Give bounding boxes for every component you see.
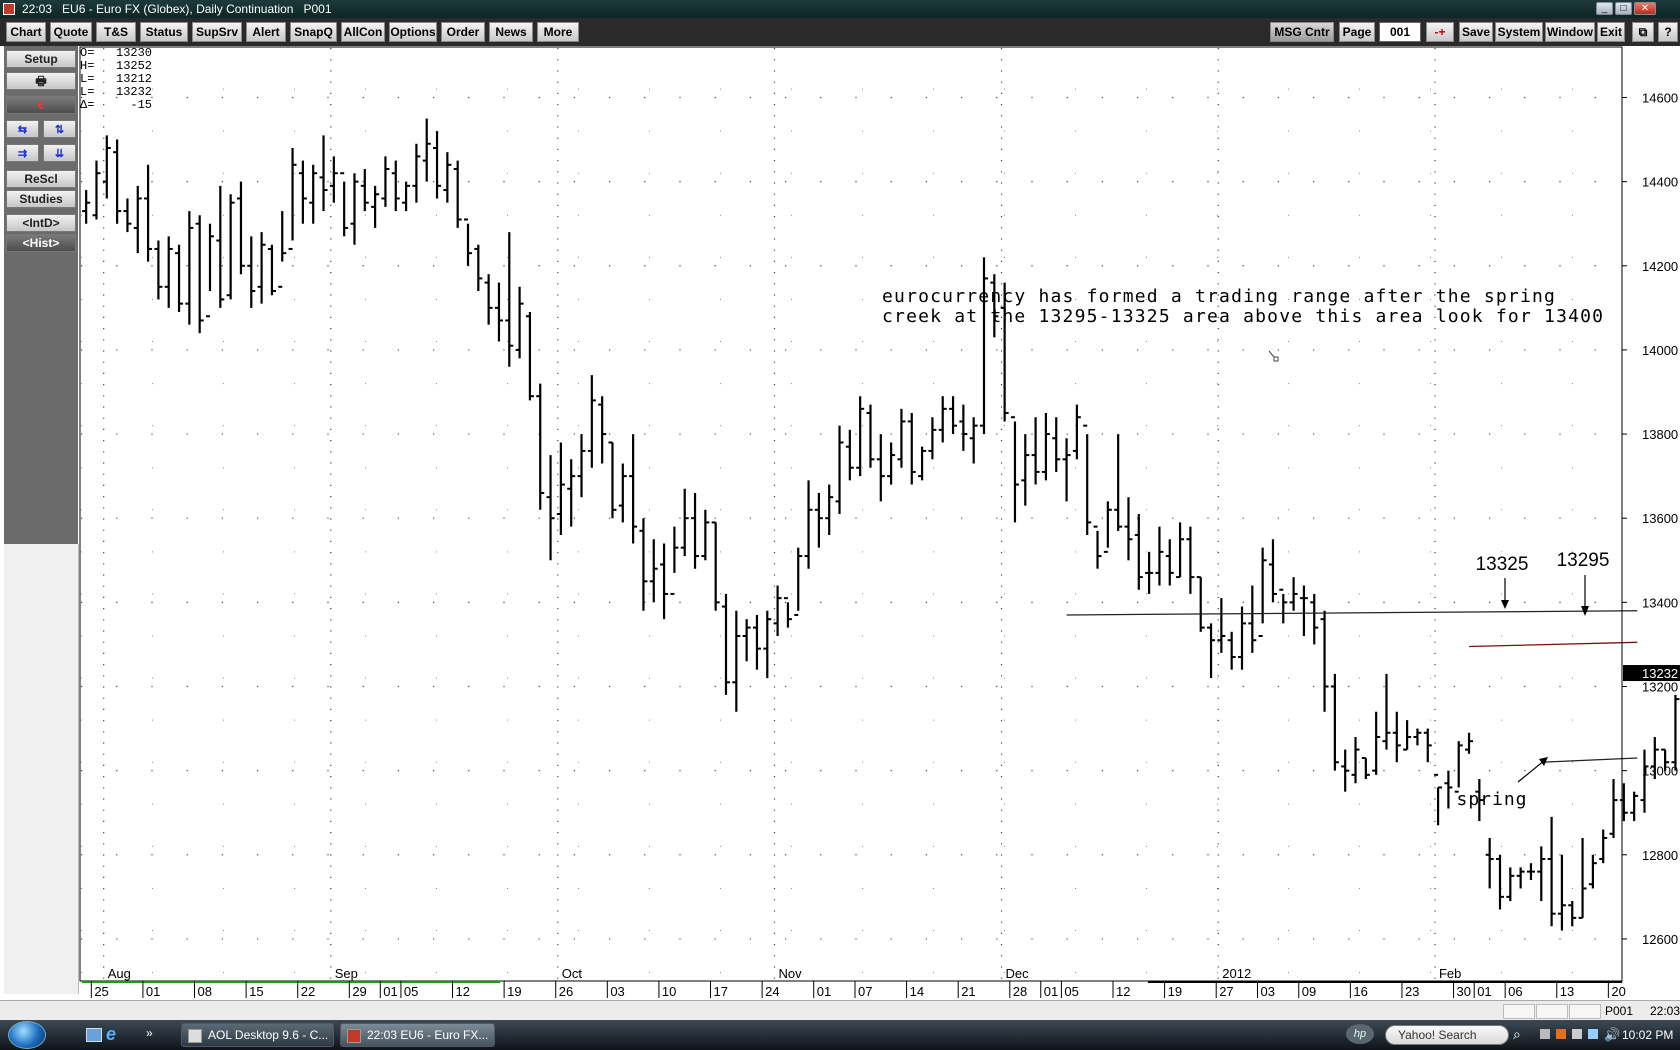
- change-value: Δ= -15: [80, 98, 153, 112]
- day-label: 05: [404, 984, 418, 999]
- aol-icon: [188, 1029, 202, 1043]
- month-label: Sep: [335, 966, 358, 981]
- status-bar: P001 22:03: [0, 1000, 1680, 1021]
- start-button[interactable]: [8, 1021, 46, 1049]
- price-tick-label: 13600: [1642, 511, 1678, 526]
- price-chart[interactable]: 12600 12800 13000 13200 13400 13600 13800 14000…: [0, 0, 1680, 1000]
- day-label: 19: [1168, 984, 1182, 999]
- hp-logo-icon: hp: [1346, 1024, 1374, 1044]
- day-label: 27: [1219, 984, 1233, 999]
- month-label: Aug: [108, 966, 131, 981]
- month-label: 2012: [1222, 966, 1251, 981]
- taskbar-item-euro-fx[interactable]: 22:03 EU6 - Euro FX...: [340, 1023, 495, 1047]
- day-label: 13: [1560, 984, 1574, 999]
- price-bar: [1671, 694, 1680, 771]
- month-label: Feb: [1439, 966, 1461, 981]
- note-line-1: eurocurrency has formed a trading range …: [882, 286, 1556, 307]
- ohlc-readout: O= 13230 H= 13252 L= 13212 L= 13232 Δ= -…: [80, 47, 152, 112]
- network-icon[interactable]: [1588, 1029, 1598, 1039]
- day-label: 21: [961, 984, 975, 999]
- day-label: 22: [301, 984, 315, 999]
- tray-icon[interactable]: [1540, 1029, 1550, 1039]
- day-label: 01: [383, 984, 397, 999]
- internet-explorer-icon[interactable]: e: [106, 1024, 116, 1045]
- day-label: 28: [1013, 984, 1027, 999]
- day-label: 01: [1477, 984, 1491, 999]
- day-label: 10: [662, 984, 676, 999]
- price-tick-label: 14600: [1642, 90, 1678, 105]
- chart-app-icon: [347, 1029, 361, 1043]
- price-bar: [1640, 749, 1649, 813]
- price-tick-label: 13400: [1642, 595, 1678, 610]
- price-tick-label: 13200: [1642, 679, 1678, 694]
- day-label: 08: [198, 984, 212, 999]
- day-label: 29: [352, 984, 366, 999]
- last-price-label: 13232: [1642, 666, 1678, 681]
- clock[interactable]: 10:02 PM: [1622, 1020, 1673, 1050]
- day-label: 14: [910, 984, 924, 999]
- day-label: 17: [714, 984, 728, 999]
- search-icon[interactable]: ⌕: [1513, 1026, 1521, 1043]
- taskbar-item-aol[interactable]: AOL Desktop 9.6 - C...: [181, 1023, 334, 1047]
- price-tick-label: 13000: [1642, 764, 1678, 779]
- day-label: 06: [1508, 984, 1522, 999]
- day-label: 25: [94, 984, 108, 999]
- price-tick-label: 14000: [1642, 343, 1678, 358]
- price-tick-label: 13800: [1642, 427, 1678, 442]
- status-segment: [1569, 1004, 1601, 1019]
- day-label: 07: [858, 984, 872, 999]
- tray-icon[interactable]: [1556, 1029, 1566, 1039]
- month-label: Oct: [562, 966, 583, 981]
- day-label: 01: [1044, 984, 1058, 999]
- taskbar-item-label: AOL Desktop 9.6 - C...: [208, 1028, 329, 1042]
- day-label: 03: [1260, 984, 1274, 999]
- status-segment: [1536, 1004, 1568, 1019]
- taskbar-overflow-icon[interactable]: »: [146, 1026, 153, 1040]
- chart-plot-area: [79, 46, 1623, 982]
- day-label: 20: [1611, 984, 1625, 999]
- price-axis: 12600 12800 13000 13200 13400 13600 13800 14000…: [1621, 47, 1680, 981]
- price-tick-label: 12800: [1642, 848, 1678, 863]
- day-label: 01: [817, 984, 831, 999]
- status-time: 22:03: [1650, 1004, 1680, 1018]
- label-spring: spring: [1456, 789, 1527, 810]
- day-label: 01: [146, 984, 160, 999]
- price-tick-label: 12600: [1642, 932, 1678, 947]
- volume-icon[interactable]: 🔊: [1604, 1027, 1620, 1043]
- day-label: 23: [1405, 984, 1419, 999]
- tray-icon[interactable]: [1572, 1029, 1582, 1039]
- price-tick-label: 14400: [1642, 175, 1678, 190]
- day-label: 19: [507, 984, 521, 999]
- yahoo-search-input[interactable]: Yahoo! Search: [1385, 1025, 1509, 1045]
- day-label: 12: [1116, 984, 1130, 999]
- price-bar: [1630, 791, 1639, 822]
- windows-taskbar: e » AOL Desktop 9.6 - C... 22:03 EU6 - E…: [0, 1020, 1680, 1050]
- show-desktop-icon[interactable]: [86, 1028, 102, 1042]
- taskbar-item-label: 22:03 EU6 - Euro FX...: [367, 1028, 489, 1042]
- day-label: 16: [1353, 984, 1367, 999]
- month-label: Dec: [1006, 966, 1030, 981]
- month-label: Nov: [779, 966, 803, 981]
- price-tick-label: 14200: [1642, 259, 1678, 274]
- day-label: 30: [1457, 984, 1471, 999]
- label-13295: 13295: [1557, 550, 1610, 571]
- status-page: P001: [1605, 1004, 1634, 1018]
- status-segment: [1503, 1004, 1535, 1019]
- day-label: 24: [765, 984, 779, 999]
- day-label: 09: [1302, 984, 1316, 999]
- note-line-2: creek at the 13295-13325 area above this…: [882, 306, 1604, 327]
- day-label: 03: [610, 984, 624, 999]
- day-label: 26: [559, 984, 573, 999]
- label-13325: 13325: [1476, 554, 1529, 575]
- day-label: 15: [249, 984, 263, 999]
- day-label: 12: [456, 984, 470, 999]
- day-label: 05: [1064, 984, 1078, 999]
